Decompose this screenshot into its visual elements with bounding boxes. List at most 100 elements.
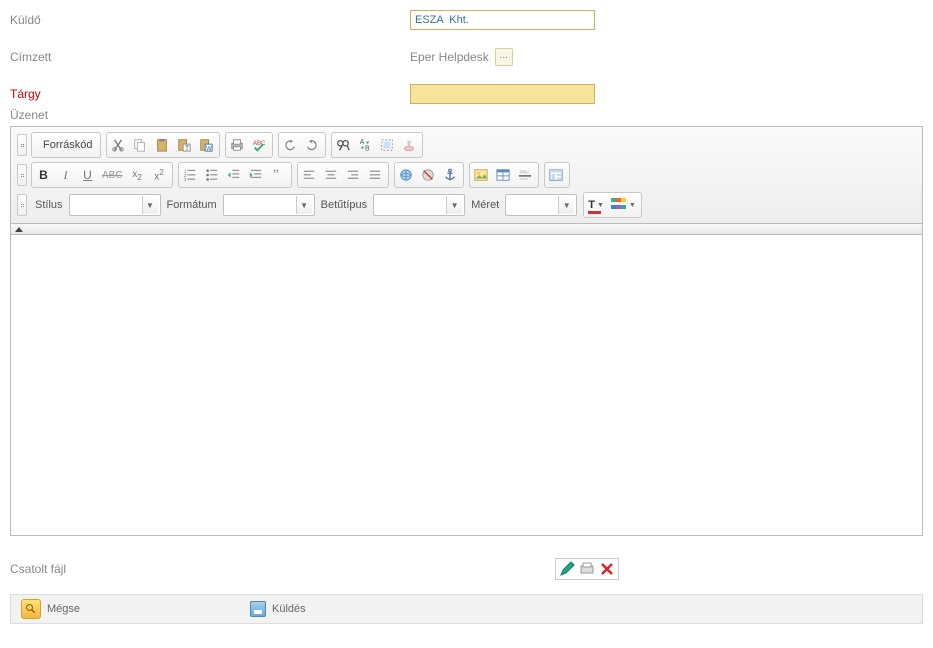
text-color-button[interactable]: T▼ <box>585 194 608 216</box>
recipient-value: Eper Helpdesk <box>410 50 489 64</box>
underline-button[interactable]: U <box>77 164 99 186</box>
strike-button[interactable]: ABC <box>99 164 127 186</box>
table-icon <box>496 168 510 182</box>
svg-text:3: 3 <box>184 177 187 182</box>
image-button[interactable] <box>471 164 493 186</box>
paste-text-button[interactable]: T <box>174 134 196 156</box>
ul-icon <box>205 168 219 182</box>
align-left-button[interactable] <box>299 164 321 186</box>
pencil-icon <box>559 561 575 577</box>
attach-delete-button[interactable] <box>599 561 615 577</box>
sender-label: Küldő <box>10 13 410 27</box>
indent-icon <box>249 168 263 182</box>
paste-word-icon: W <box>199 138 213 152</box>
paste-icon <box>155 138 169 152</box>
action-bar: Mégse Küldés <box>10 594 923 624</box>
svg-text:W: W <box>206 145 212 152</box>
hr-icon <box>518 168 532 182</box>
svg-text:B: B <box>365 145 370 152</box>
size-label: Méret <box>471 199 499 211</box>
message-label: Üzenet <box>10 108 923 122</box>
indent-button[interactable] <box>246 164 268 186</box>
outdent-button[interactable] <box>224 164 246 186</box>
toolbar-collapse[interactable] <box>11 224 922 235</box>
toolbar-grip[interactable] <box>17 134 27 156</box>
image-icon <box>474 168 488 182</box>
anchor-button[interactable] <box>440 164 462 186</box>
align-justify-icon <box>368 168 382 182</box>
align-left-icon <box>302 168 316 182</box>
bg-color-icon <box>611 198 627 212</box>
selectall-button[interactable] <box>377 134 399 156</box>
bg-color-button[interactable]: ▼ <box>608 194 640 216</box>
svg-text:”: ” <box>273 168 279 182</box>
svg-text:A: A <box>360 139 365 146</box>
undo-icon <box>283 138 297 152</box>
removeformat-icon <box>402 138 416 152</box>
style-dropdown[interactable]: ▼ <box>69 194 161 216</box>
table-button[interactable] <box>493 164 515 186</box>
delete-icon <box>599 561 615 577</box>
spellcheck-button[interactable]: ABC <box>249 134 271 156</box>
align-center-button[interactable] <box>321 164 343 186</box>
recipient-label: Címzett <box>10 50 410 64</box>
align-center-icon <box>324 168 338 182</box>
find-button[interactable] <box>333 134 355 156</box>
font-dropdown[interactable]: ▼ <box>373 194 465 216</box>
redo-button[interactable] <box>302 134 324 156</box>
toolbar-grip-3[interactable] <box>17 194 27 216</box>
cancel-button[interactable]: Mégse <box>17 598 84 620</box>
italic-button[interactable]: I <box>55 164 77 186</box>
ol-button[interactable]: 123 <box>180 164 202 186</box>
toolbar-grip-2[interactable] <box>17 164 27 186</box>
svg-text:ABC: ABC <box>253 140 266 147</box>
outdent-icon <box>227 168 241 182</box>
ul-button[interactable] <box>202 164 224 186</box>
ol-icon: 123 <box>183 168 197 182</box>
spellcheck-icon: ABC <box>252 138 266 152</box>
align-right-button[interactable] <box>343 164 365 186</box>
font-label: Betűtípus <box>321 199 367 211</box>
align-justify-button[interactable] <box>365 164 387 186</box>
replace-button[interactable]: AB <box>355 134 377 156</box>
align-right-icon <box>346 168 360 182</box>
paste-word-button[interactable]: W <box>196 134 218 156</box>
subscript-button[interactable]: x2 <box>127 164 149 186</box>
source-button[interactable]: Forráskód <box>33 134 99 156</box>
removeformat-button[interactable] <box>399 134 421 156</box>
cut-icon <box>111 138 125 152</box>
undo-button[interactable] <box>280 134 302 156</box>
size-dropdown[interactable]: ▼ <box>505 194 577 216</box>
style-label: Stílus <box>35 199 63 211</box>
svg-text:T: T <box>185 145 190 152</box>
link-button[interactable] <box>396 164 418 186</box>
send-button[interactable]: Küldés <box>246 598 310 620</box>
recipient-more-button[interactable]: ... <box>495 48 513 66</box>
copy-button[interactable] <box>130 134 152 156</box>
bold-button[interactable]: B <box>33 164 55 186</box>
magnifier-icon <box>21 599 41 619</box>
attachment-label: Csatolt fájl <box>10 562 555 576</box>
paste-button[interactable] <box>152 134 174 156</box>
attach-view-button[interactable] <box>579 561 595 577</box>
document-icon <box>579 561 595 577</box>
sender-input[interactable] <box>410 10 595 30</box>
rich-text-editor: Forráskód T W ABC AB <box>10 126 923 536</box>
format-dropdown[interactable]: ▼ <box>223 194 315 216</box>
templates-button[interactable] <box>546 164 568 186</box>
blockquote-icon: ” <box>271 168 285 182</box>
print-button[interactable] <box>227 134 249 156</box>
unlink-icon <box>421 168 435 182</box>
hr-button[interactable] <box>515 164 537 186</box>
replace-icon: AB <box>358 138 372 152</box>
link-icon <box>399 168 413 182</box>
cut-button[interactable] <box>108 134 130 156</box>
format-label: Formátum <box>167 199 217 211</box>
message-body[interactable] <box>11 235 922 535</box>
blockquote-button[interactable]: ” <box>268 164 290 186</box>
subject-input[interactable] <box>410 84 595 104</box>
superscript-button[interactable]: x2 <box>149 164 171 186</box>
print-icon <box>230 138 244 152</box>
unlink-button[interactable] <box>418 164 440 186</box>
attach-edit-button[interactable] <box>559 561 575 577</box>
